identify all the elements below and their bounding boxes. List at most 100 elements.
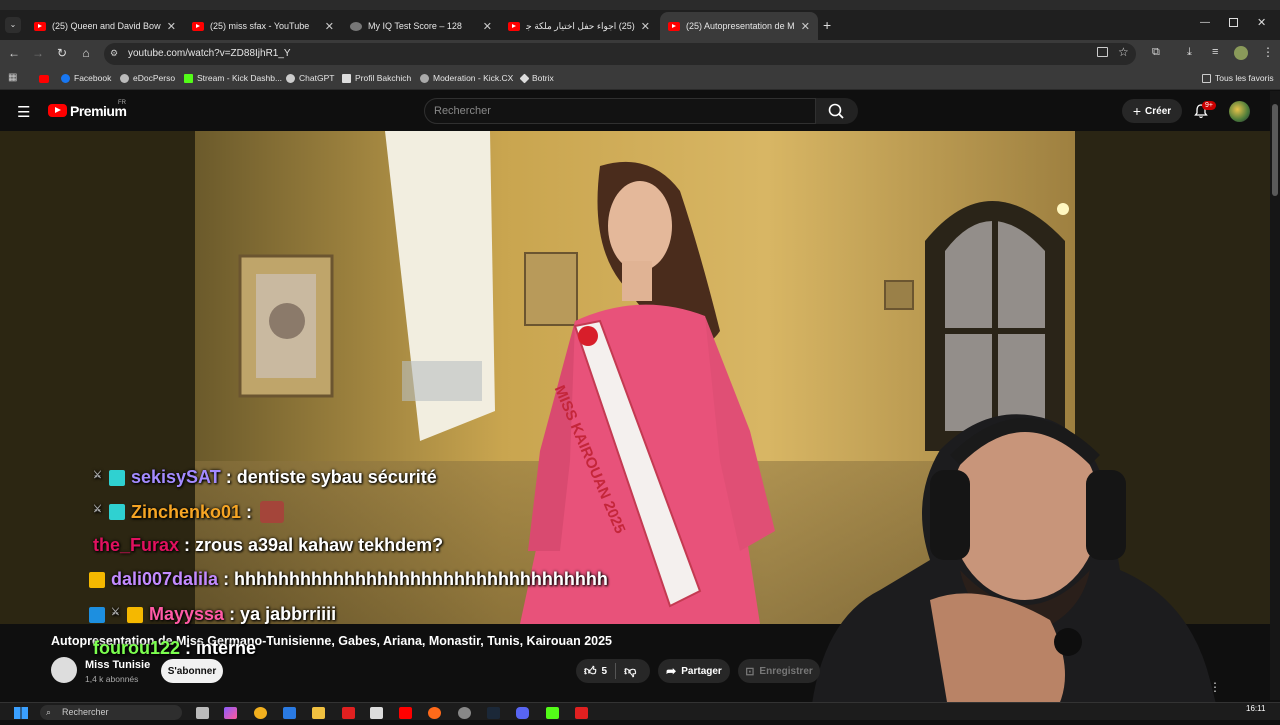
restore-icon[interactable] [1229, 18, 1238, 27]
chat-username[interactable]: fourou122 [93, 638, 180, 659]
youtube-icon[interactable] [399, 707, 412, 719]
bookmark-moderation[interactable]: Moderation - Kick.CX [420, 73, 513, 83]
bookmark-label: Facebook [74, 73, 112, 83]
bookmark-chatgpt[interactable]: ChatGPT [286, 73, 334, 83]
thumbs-up-icon: 👍︎ [584, 663, 597, 678]
chat-text: : zrous a39al kahaw tekhdem? [184, 535, 444, 555]
reload-icon[interactable]: ↻ [54, 46, 70, 60]
windows-start-icon[interactable] [14, 707, 28, 719]
chat-username[interactable]: Mayyssa [149, 604, 224, 625]
folder-icon[interactable] [312, 707, 325, 719]
subscribe-button[interactable]: S'abonner [161, 659, 223, 683]
share-button[interactable]: ➦ Partager [658, 659, 730, 683]
create-button[interactable]: + Créer [1122, 99, 1182, 123]
close-icon[interactable]: ✕ [325, 20, 334, 33]
windows-taskbar [0, 702, 1280, 720]
sword-icon: ⚔ [111, 606, 120, 618]
hamburger-menu-icon[interactable]: ☰ [17, 103, 30, 121]
close-icon[interactable]: ✕ [801, 20, 810, 33]
bookmark-botrix[interactable]: Botrix [519, 73, 554, 83]
close-icon[interactable]: ✕ [483, 20, 492, 33]
home-icon[interactable]: ⌂ [78, 46, 94, 60]
browser-tab-active[interactable]: (25) Autopresentation de Miss ✕ [660, 12, 818, 40]
browser-tab[interactable]: (25) Queen and David Bowie - U ✕ [26, 12, 184, 40]
chrome-icon[interactable] [254, 707, 267, 719]
app-icon[interactable] [428, 707, 441, 719]
channel-avatar[interactable] [51, 657, 77, 683]
tab-search-button[interactable]: ⌄ [5, 17, 21, 33]
browser-tab[interactable]: (25) اجواء حفل اختيار ملكة جمال ✕ [500, 12, 658, 40]
bookmark-kick[interactable]: Stream - Kick Dashb... [184, 73, 282, 83]
tab-label: (25) miss sfax - YouTube [210, 21, 310, 31]
gear-icon [420, 73, 429, 83]
profile-avatar[interactable] [1234, 46, 1248, 60]
apps-icon[interactable]: ▦ [8, 72, 17, 83]
browser-tab[interactable]: My IQ Test Score – 128 ✕ [342, 12, 500, 40]
more-actions-icon[interactable]: ⋮ [1209, 680, 1221, 694]
download-icon[interactable]: ⤓ [1187, 46, 1192, 59]
taskbar-search-input[interactable]: Rechercher [40, 705, 182, 720]
thumbs-down-icon[interactable]: 👎︎ [624, 664, 636, 679]
search-icon: ⌕ [46, 707, 52, 717]
copilot-icon[interactable] [224, 707, 237, 719]
close-icon[interactable]: ✕ [167, 20, 176, 33]
account-avatar[interactable] [1229, 101, 1250, 122]
subscriber-count: 1,4 k abonnés [85, 674, 139, 684]
chat-username[interactable]: the_Furax [93, 535, 179, 556]
youtube-bookmark-icon[interactable] [39, 75, 49, 83]
search-button[interactable] [816, 98, 858, 124]
forward-icon[interactable]: → [30, 46, 46, 60]
site-info-icon[interactable]: ⚙ [110, 48, 118, 59]
chat-username[interactable]: dali007dalila [111, 569, 218, 590]
browser-tab[interactable]: (25) miss sfax - YouTube ✕ [184, 12, 342, 40]
badge-icon [109, 504, 125, 520]
chat-username[interactable]: sekisySAT [131, 467, 221, 488]
kick-icon [184, 73, 193, 83]
all-bookmarks-folder[interactable]: Tous les favoris [1202, 73, 1274, 83]
plus-icon: + [1132, 103, 1142, 119]
scrollbar-thumb[interactable] [1272, 104, 1278, 196]
close-icon[interactable]: ✕ [641, 20, 650, 33]
chat-username[interactable]: Zinchenko01 [131, 502, 241, 523]
channel-name[interactable]: Miss Tunisie [85, 659, 150, 671]
bookmark-label: Botrix [532, 73, 554, 83]
task-view-icon[interactable] [196, 707, 209, 719]
hammer-icon [89, 606, 105, 623]
tab-label: My IQ Test Score – 128 [368, 21, 462, 31]
star-icon[interactable]: ☆ [1118, 45, 1129, 59]
chat-message: ⚔ Zinchenko01 : [93, 501, 290, 523]
app-icon[interactable] [342, 707, 355, 719]
app-icon[interactable] [458, 707, 471, 719]
extensions-icon[interactable]: ⧉ [1152, 46, 1160, 59]
crown-icon [127, 606, 143, 623]
chat-message: ⚔ sekisySAT : dentiste sybau sécurité [93, 467, 437, 488]
like-count: 5 [601, 665, 608, 677]
globe-icon [350, 21, 362, 31]
chat-text: : ya jabbrriiii [229, 604, 337, 624]
bookmark-facebook[interactable]: Facebook [61, 73, 111, 83]
app-icon[interactable] [370, 707, 383, 719]
youtube-icon [668, 21, 680, 31]
store-icon[interactable] [283, 707, 296, 719]
kick-icon[interactable] [546, 707, 559, 719]
steam-icon[interactable] [487, 707, 500, 719]
acrobat-icon[interactable] [575, 707, 588, 719]
media-icon[interactable]: ≡ [1212, 46, 1218, 58]
save-button[interactable]: ⊡ Enregistrer [738, 659, 820, 683]
close-window-icon[interactable]: ✕ [1257, 16, 1266, 29]
kebab-menu-icon[interactable]: ⋮ [1262, 45, 1274, 59]
discord-icon[interactable] [516, 707, 529, 719]
youtube-logo-icon[interactable] [48, 104, 67, 117]
bookmark-label: Profil Bakchich [355, 73, 412, 83]
like-button[interactable]: 👍︎ 5 [576, 664, 607, 679]
divider [615, 663, 617, 679]
taskbar-search-label: Rechercher [62, 707, 109, 717]
new-tab-button[interactable]: + [823, 17, 831, 33]
bookmark-bakchich[interactable]: Profil Bakchich [342, 73, 411, 83]
minimize-icon[interactable]: — [1200, 17, 1210, 28]
back-icon[interactable]: ← [6, 46, 22, 60]
chat-text: : [246, 501, 253, 522]
bookmark-edocperso[interactable]: eDocPerso [120, 73, 175, 83]
install-app-icon[interactable] [1097, 47, 1108, 57]
tab-label: (25) اجواء حفل اختيار ملكة جمال [526, 20, 635, 31]
